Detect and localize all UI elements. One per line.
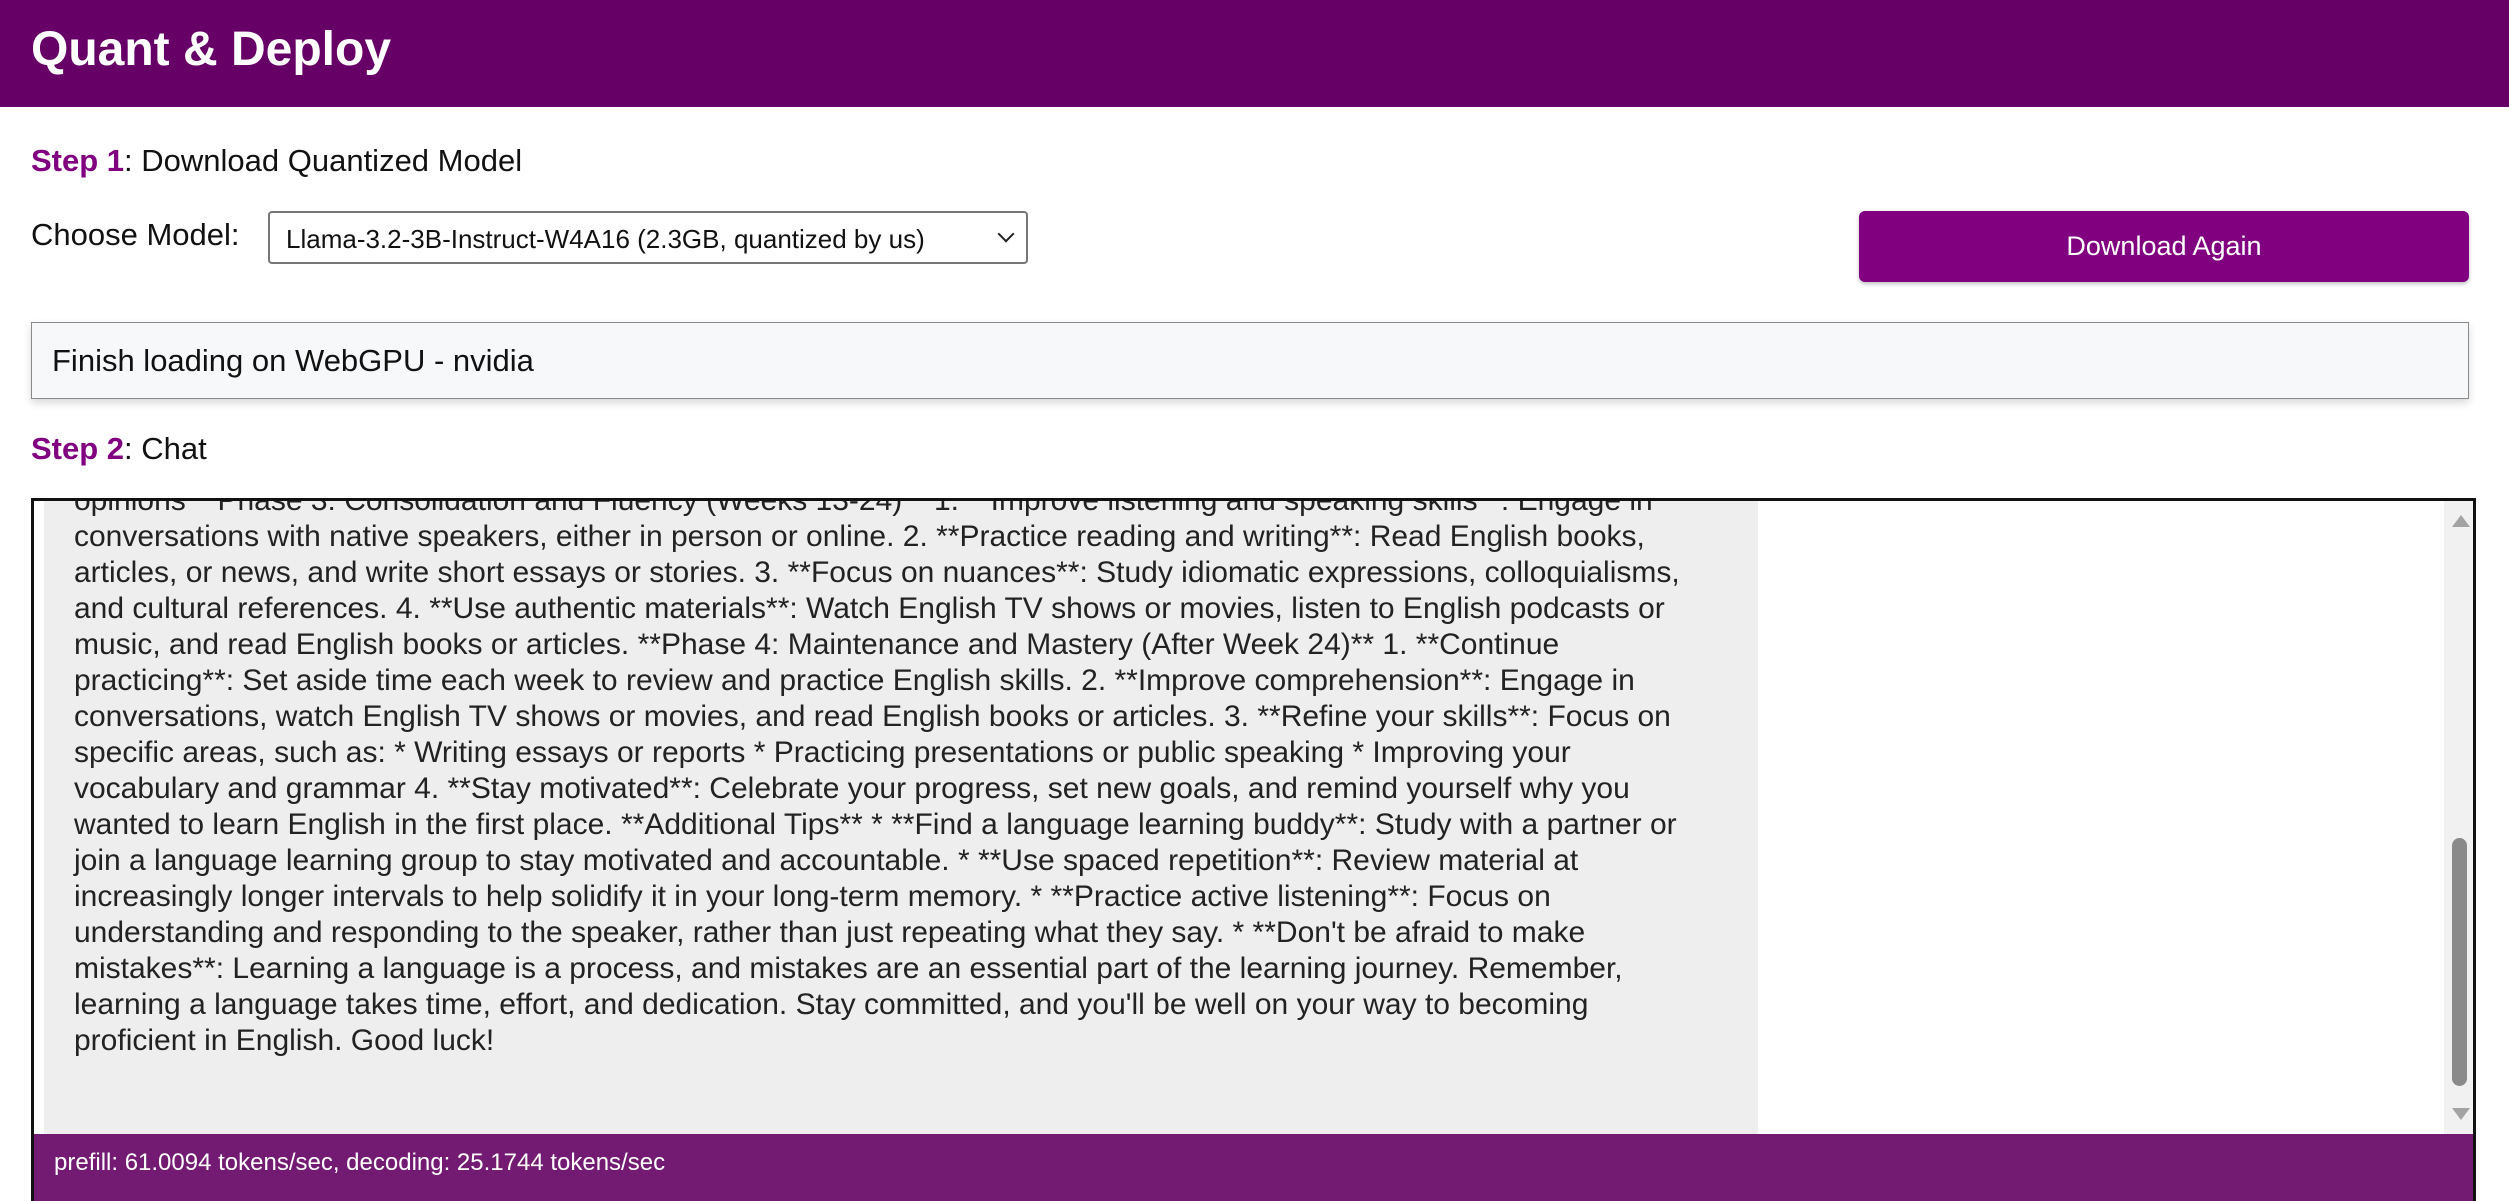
message-line: opinions **Phase 3: Consolidation and Fl… [74,501,1764,519]
app-header: Quant & Deploy [0,0,2509,107]
message-line: conversations with native speakers, eith… [74,520,1645,553]
step1-label: Step 1 [31,143,125,178]
message-line: join a language learning group to stay m… [74,844,1579,877]
message-line: and cultural references. 4. **Use authen… [74,592,1665,625]
performance-stats: prefill: 61.0094 tokens/sec, decoding: 2… [54,1149,666,1176]
model-select[interactable]: Llama-3.2-3B-Instruct-W4A16 (2.3GB, quan… [268,211,1028,264]
scroll-up-arrow-icon[interactable] [2452,515,2470,527]
download-again-button[interactable]: Download Again [1859,211,2469,282]
message-line: practicing**: Set aside time each week t… [74,664,1635,697]
message-line: articles, or news, and write short essay… [74,556,1680,589]
app-title: Quant & Deploy [31,23,392,76]
assistant-message-text: opinions **Phase 3: Consolidation and Fl… [74,501,1764,1059]
message-line: music, and read English books or article… [74,628,1560,661]
message-line: increasingly longer intervals to help so… [74,880,1551,913]
step2-title: : Chat [124,431,207,466]
message-line: specific areas, such as: * Writing essay… [74,736,1571,769]
message-line: understanding and responding to the spea… [74,916,1586,949]
step1-heading: Step 1: Download Quantized Model [31,142,522,180]
chat-scrollbar[interactable] [2444,501,2473,1134]
chat-container: opinions **Phase 3: Consolidation and Fl… [31,498,2476,1201]
message-line: learning a language takes time, effort, … [74,988,1589,1021]
model-select-value: Llama-3.2-3B-Instruct-W4A16 (2.3GB, quan… [286,224,925,254]
stats-bar: prefill: 61.0094 tokens/sec, decoding: 2… [34,1134,2473,1201]
message-line: wanted to learn English in the first pla… [74,808,1677,841]
message-line: vocabulary and grammar 4. **Stay motivat… [74,772,1630,805]
message-line: conversations, watch English TV shows or… [74,700,1671,733]
message-line: proficient in English. Good luck! [74,1024,495,1057]
step2-label: Step 2 [31,431,125,466]
assistant-message-bubble: opinions **Phase 3: Consolidation and Fl… [44,501,1758,1134]
choose-model-label: Choose Model: [31,217,240,252]
load-status-text: Finish loading on WebGPU - nvidia [52,343,534,378]
chat-messages[interactable]: opinions **Phase 3: Consolidation and Fl… [34,501,2444,1134]
scroll-down-arrow-icon[interactable] [2452,1108,2470,1120]
load-status-box: Finish loading on WebGPU - nvidia [31,322,2469,399]
step1-title: : Download Quantized Model [124,143,523,178]
chevron-down-icon [997,225,1015,243]
step2-heading: Step 2: Chat [31,430,207,468]
scrollbar-thumb[interactable] [2452,838,2467,1086]
message-line: mistakes**: Learning a language is a pro… [74,952,1623,985]
